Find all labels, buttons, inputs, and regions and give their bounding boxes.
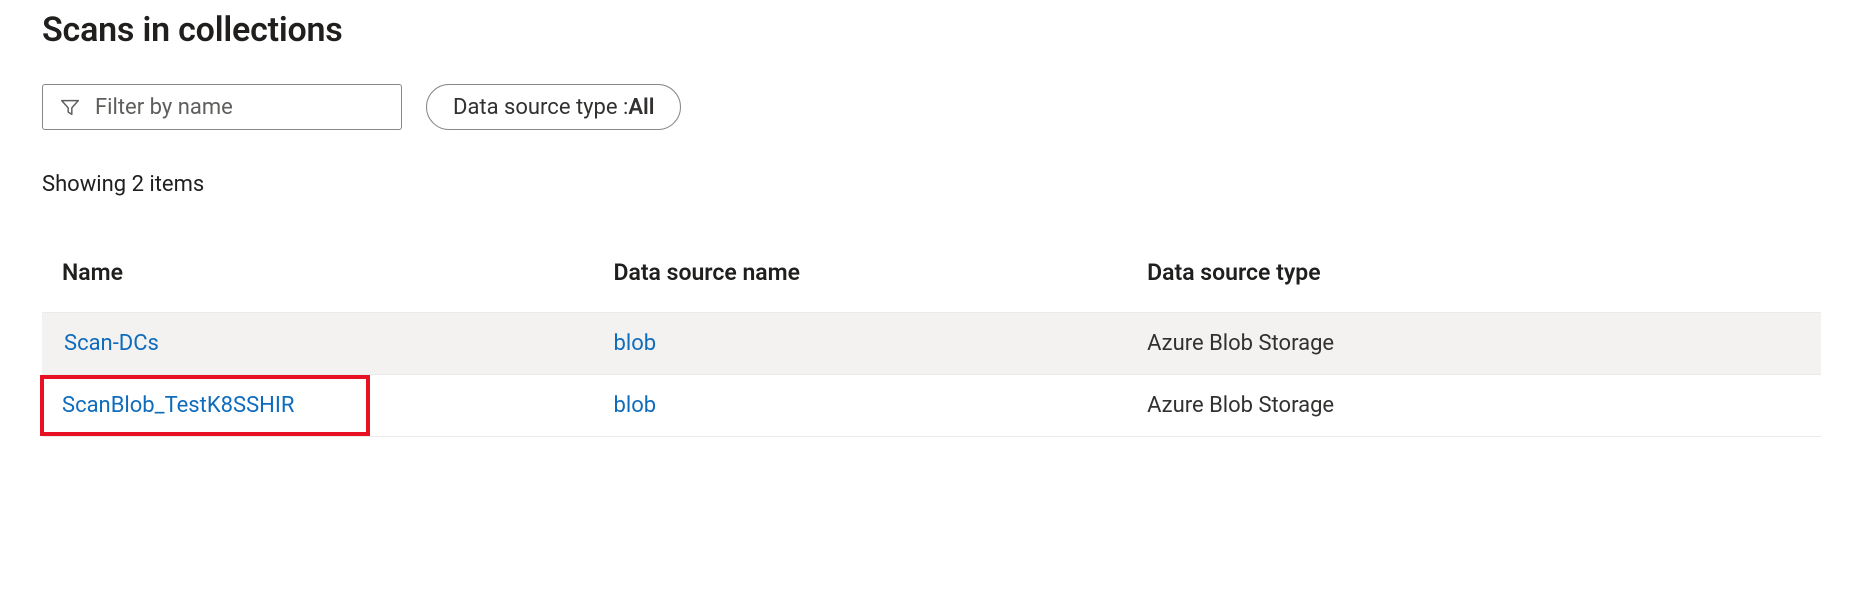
data-source-type-filter[interactable]: Data source type : All — [426, 84, 681, 130]
col-header-source[interactable]: Data source name — [593, 245, 1127, 313]
data-source-type-cell: Azure Blob Storage — [1127, 313, 1821, 375]
filter-by-name-box[interactable] — [42, 84, 402, 130]
scan-name-link[interactable]: ScanBlob_TestK8SSHIR — [62, 393, 294, 418]
filter-input[interactable] — [95, 95, 385, 120]
data-source-type-cell: Azure Blob Storage — [1127, 375, 1821, 437]
col-header-name[interactable]: Name — [42, 245, 593, 313]
data-source-link[interactable]: blob — [613, 331, 656, 356]
scans-table: Name Data source name Data source type S… — [42, 245, 1821, 437]
controls-row: Data source type : All — [42, 84, 1821, 130]
showing-count: Showing 2 items — [42, 172, 1821, 197]
page-title: Scans in collections — [42, 10, 1821, 50]
highlighted-scan-cell: ScanBlob_TestK8SSHIR — [40, 375, 370, 436]
data-source-link[interactable]: blob — [613, 393, 656, 418]
table-header-row: Name Data source name Data source type — [42, 245, 1821, 313]
filter-icon — [59, 96, 81, 118]
col-header-type[interactable]: Data source type — [1127, 245, 1821, 313]
table-row[interactable]: ScanBlob_TestK8SSHIR blob Azure Blob Sto… — [42, 375, 1821, 437]
scan-name-link[interactable]: Scan-DCs — [64, 331, 159, 356]
pill-value: All — [628, 95, 654, 120]
table-row[interactable]: Scan-DCs blob Azure Blob Storage — [42, 313, 1821, 375]
scan-name-cell: Scan-DCs — [62, 331, 161, 356]
pill-label: Data source type : — [453, 95, 628, 120]
